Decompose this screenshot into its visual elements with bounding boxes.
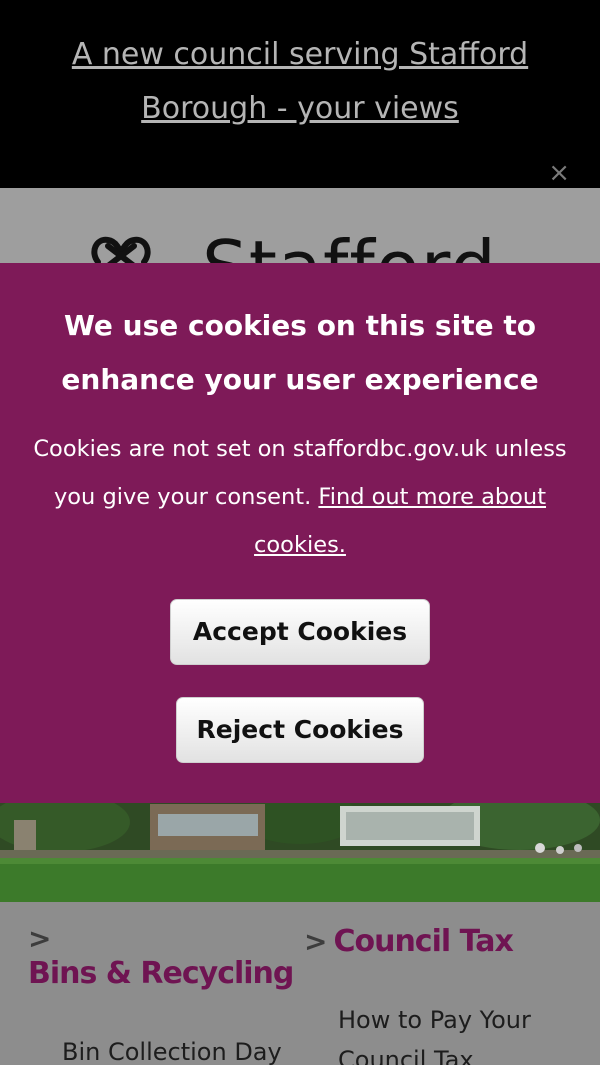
category-title[interactable]: Council Tax (333, 924, 513, 959)
cookie-title: We use cookies on this site to enhance y… (61, 309, 539, 396)
announcement-banner: A new council serving Stafford Borough -… (0, 0, 600, 188)
park-photo (0, 800, 600, 902)
chevron-right-icon: > (28, 922, 52, 955)
page: A new council serving Stafford Borough -… (0, 0, 600, 1065)
banner-close-icon[interactable]: × (548, 160, 570, 186)
chevron-right-icon: > (304, 924, 328, 958)
category-heading: > Council Tax (304, 924, 584, 959)
announcement-link[interactable]: A new council serving Stafford Borough -… (50, 28, 550, 136)
reject-cookies-button[interactable]: Reject Cookies (176, 697, 424, 763)
category-title[interactable]: Bins & Recycling (28, 956, 298, 991)
category-bins[interactable]: > Bins & Recycling Bin Collection Day (28, 922, 298, 1065)
cookie-consent-banner: We use cookies on this site to enhance y… (0, 263, 600, 803)
accept-cookies-button[interactable]: Accept Cookies (170, 599, 430, 665)
cookie-message: Cookies are not set on staffordbc.gov.uk… (0, 425, 600, 569)
category-link[interactable]: Bin Collection Day (62, 1032, 282, 1065)
category-council-tax[interactable]: > Council Tax How to Pay Your Council Ta… (304, 924, 584, 1065)
quick-links: > Bins & Recycling Bin Collection Day > … (0, 902, 600, 1065)
hero-image (0, 800, 600, 902)
category-link[interactable]: How to Pay Your Council Tax (338, 1000, 568, 1065)
